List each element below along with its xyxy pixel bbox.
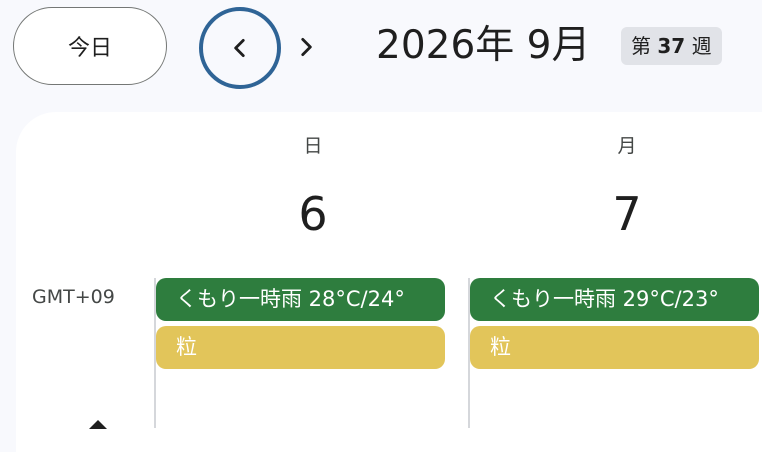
event-chip-grain-sunday[interactable]: 粒 xyxy=(156,326,445,369)
day-number[interactable]: 7 xyxy=(482,184,762,244)
calendar-toolbar: 今日 2026年 9月 第 37 週 xyxy=(0,0,762,100)
previous-week-button[interactable] xyxy=(199,7,281,89)
today-button[interactable]: 今日 xyxy=(13,7,167,85)
event-chip-grain-monday[interactable]: 粒 xyxy=(470,326,759,369)
event-chip-weather-monday[interactable]: くもり一時雨 29°C/23° xyxy=(470,278,759,321)
chevron-right-icon xyxy=(301,38,312,56)
day-header-monday[interactable]: 月 7 xyxy=(482,112,762,244)
chevron-left-icon xyxy=(234,39,245,57)
timezone-label: GMT+09 xyxy=(32,286,115,308)
day-of-week-label: 月 xyxy=(617,135,637,157)
week-prefix: 第 xyxy=(631,34,651,58)
month-title: 2026年 9月 xyxy=(376,23,591,68)
week-number-badge: 第 37 週 xyxy=(621,27,722,65)
day-number[interactable]: 6 xyxy=(168,184,458,244)
week-number: 37 xyxy=(657,34,686,58)
day-of-week-label: 日 xyxy=(303,135,323,157)
day-header-sunday[interactable]: 日 6 xyxy=(168,112,458,244)
event-chip-weather-sunday[interactable]: くもり一時雨 28°C/24° xyxy=(156,278,445,321)
week-suffix: 週 xyxy=(691,34,712,58)
next-week-button[interactable] xyxy=(284,22,328,72)
